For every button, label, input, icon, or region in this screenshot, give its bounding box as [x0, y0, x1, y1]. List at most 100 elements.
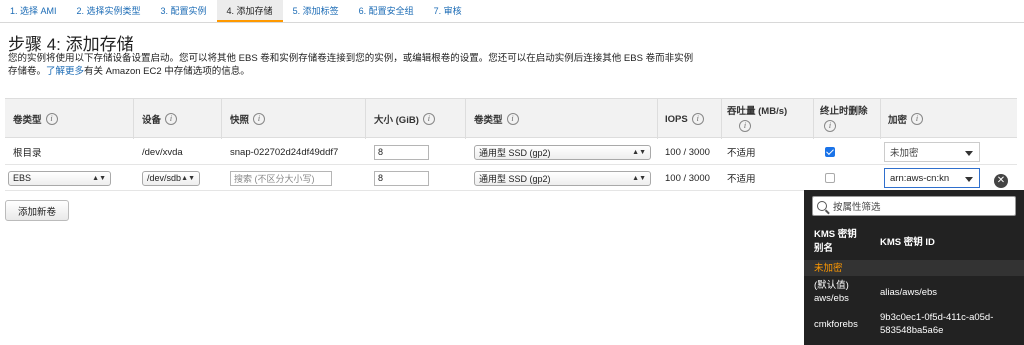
volume-kind-select[interactable]: 通用型 SSD (gp2) ▲▼ — [474, 170, 651, 186]
encryption-dropdown[interactable]: arn:aws-cn:kn — [884, 168, 980, 188]
snapshot-text: snap-022702d24df49ddf7 — [230, 146, 339, 158]
info-icon[interactable]: i — [45, 113, 58, 125]
header-label: 设备 — [142, 115, 162, 126]
column-divider — [465, 99, 466, 139]
wizard-steps: 1. 选择 AMI 2. 选择实例类型 3. 配置实例 4. 添加存储 5. 添… — [0, 0, 1024, 22]
size-input[interactable]: 8 — [374, 144, 429, 160]
volume-type-text: 根目录 — [13, 148, 42, 159]
column-divider — [813, 99, 814, 139]
header-snapshot: 快照 i — [230, 99, 266, 139]
header-label: 卷类型 — [474, 115, 503, 126]
column-divider — [365, 99, 366, 139]
kms-dropdown-header: KMS 密钥别名 KMS 密钥 ID — [804, 228, 1024, 254]
filter-placeholder: 按属性筛选 — [833, 202, 881, 213]
select-arrows-icon: ▲▼ — [632, 174, 646, 182]
step-choose-ami[interactable]: 1. 选择 AMI — [0, 0, 67, 22]
size-input[interactable]: 8 — [374, 170, 429, 186]
option-id: alias/aws/ebs — [880, 287, 938, 298]
header-label: 终止时删除 — [820, 106, 868, 117]
option-alias: (默认值) aws/ebs — [814, 279, 849, 305]
header-throughput: 吞吐量 (MB/s) i — [727, 99, 813, 139]
step-choose-instance-type[interactable]: 2. 选择实例类型 — [67, 0, 151, 22]
step-add-storage[interactable]: 4. 添加存储 — [216, 0, 283, 22]
throughput-text: 不适用 — [727, 148, 756, 159]
info-icon[interactable]: i — [422, 113, 435, 125]
id-line: 9b3c0ec1-0f5d-411c-a05d- — [880, 312, 994, 323]
snapshot-search-input[interactable]: 搜索 (不区分大小写) — [230, 170, 332, 186]
info-icon[interactable]: i — [691, 113, 704, 125]
info-icon[interactable]: i — [165, 113, 178, 125]
column-divider — [221, 99, 222, 139]
option-id: 9b3c0ec1-0f5d-411c-a05d- 583548ba5a6e — [880, 311, 993, 337]
option-alias: 未加密 — [814, 263, 843, 274]
description-text: 您的实例将使用以下存储设备设置启动。您可以将其他 EBS 卷和实例存储卷连接到您… — [8, 53, 694, 64]
info-icon[interactable]: i — [506, 113, 519, 125]
select-value: EBS — [13, 173, 32, 183]
delete-on-termination-checkbox[interactable] — [825, 173, 835, 183]
table-row: EBS ▲▼ /dev/sdb ▲▼ 搜索 (不区分大小写) 8 通用型 SSD (… — [5, 165, 1017, 191]
info-icon[interactable]: i — [824, 120, 836, 132]
table-row: 根目录 /dev/xvda snap-022702d24df49ddf7 8 通… — [5, 139, 1017, 165]
kms-option-default[interactable]: (默认值) aws/ebs alias/aws/ebs — [804, 278, 1024, 308]
iops-text: 100 / 3000 — [665, 172, 710, 184]
kms-alias-column-header: KMS 密钥别名 — [814, 229, 857, 254]
info-icon[interactable]: i — [911, 113, 924, 125]
id-line: 583548ba5a6e — [880, 325, 944, 336]
kms-id-column-header: KMS 密钥 ID — [880, 237, 935, 248]
step-configure-security-group[interactable]: 6. 配置安全组 — [349, 0, 424, 22]
header-label: 吞吐量 (MB/s) — [727, 106, 788, 117]
select-value: 通用型 SSD (gp2) — [479, 147, 551, 158]
column-divider — [133, 99, 134, 139]
volume-type-select[interactable]: EBS ▲▼ — [8, 170, 111, 186]
kms-option-unencrypted[interactable]: 未加密 — [804, 260, 1024, 276]
header-label: 加密 — [888, 115, 908, 126]
throughput-text: 不适用 — [727, 174, 756, 185]
encryption-dropdown[interactable]: 未加密 — [884, 142, 980, 162]
header-volume-kind: 卷类型 i — [474, 99, 519, 139]
header-label: 卷类型 — [13, 115, 42, 126]
header-encryption: 加密 i — [888, 99, 924, 139]
column-divider — [721, 99, 722, 139]
select-value: /dev/sdb — [147, 173, 182, 183]
remove-volume-icon[interactable]: ✕ — [994, 174, 1008, 188]
encryption-value: arn:aws-cn:kn — [890, 172, 950, 184]
header-device: 设备 i — [142, 99, 178, 139]
kms-key-dropdown: 按属性筛选 KMS 密钥别名 KMS 密钥 ID 未加密 (默认值) aws/eb… — [804, 190, 1024, 345]
alias-line: (默认值) — [814, 280, 849, 291]
header-volume-type: 卷类型 i — [13, 99, 58, 139]
chevron-down-icon — [965, 177, 973, 182]
learn-more-link[interactable]: 了解更多 — [46, 66, 84, 77]
kms-option-cmkforebs[interactable]: cmkforebs 9b3c0ec1-0f5d-411c-a05d- 583548… — [804, 310, 1024, 340]
header-size: 大小 (GiB) i — [374, 99, 435, 139]
info-icon[interactable]: i — [739, 120, 751, 132]
step-add-tags[interactable]: 5. 添加标签 — [283, 0, 349, 22]
search-icon — [817, 201, 827, 211]
add-new-volume-button[interactable]: 添加新卷 — [5, 200, 69, 221]
column-divider — [880, 99, 881, 139]
step-review[interactable]: 7. 审核 — [424, 0, 472, 22]
option-alias: cmkforebs — [814, 319, 858, 330]
description-text-3: 有关 Amazon EC2 中存储选项的信息。 — [84, 66, 250, 77]
volume-kind-select[interactable]: 通用型 SSD (gp2) ▲▼ — [474, 144, 651, 160]
alias-line: aws/ebs — [814, 293, 849, 304]
delete-on-termination-checkbox[interactable] — [825, 147, 835, 157]
device-select[interactable]: /dev/sdb ▲▼ — [142, 170, 200, 186]
iops-text: 100 / 3000 — [665, 146, 710, 158]
header-label: IOPS — [665, 113, 688, 125]
select-arrows-icon: ▲▼ — [181, 174, 195, 182]
step-configure-instance[interactable]: 3. 配置实例 — [151, 0, 217, 22]
encryption-value: 未加密 — [890, 148, 919, 159]
steps-divider — [0, 22, 1024, 23]
info-icon[interactable]: i — [253, 113, 266, 125]
select-arrows-icon: ▲▼ — [632, 148, 646, 156]
page-description: 您的实例将使用以下存储设备设置启动。您可以将其他 EBS 卷和实例存储卷连接到您… — [8, 52, 748, 78]
header-label: 大小 (GiB) — [374, 115, 419, 126]
storage-table-header: 卷类型 i 设备 i 快照 i 大小 (GiB) i 卷类型 i IOPS i 吞吐量 (M… — [5, 98, 1017, 139]
chevron-down-icon — [965, 151, 973, 156]
select-arrows-icon: ▲▼ — [92, 174, 106, 182]
select-value: 通用型 SSD (gp2) — [479, 173, 551, 184]
kms-filter-input[interactable]: 按属性筛选 — [812, 196, 1016, 216]
header-label: 快照 — [230, 115, 250, 126]
description-text-2: 存储卷。 — [8, 66, 47, 77]
header-delete-on-termination: 终止时删除 i — [820, 99, 878, 139]
